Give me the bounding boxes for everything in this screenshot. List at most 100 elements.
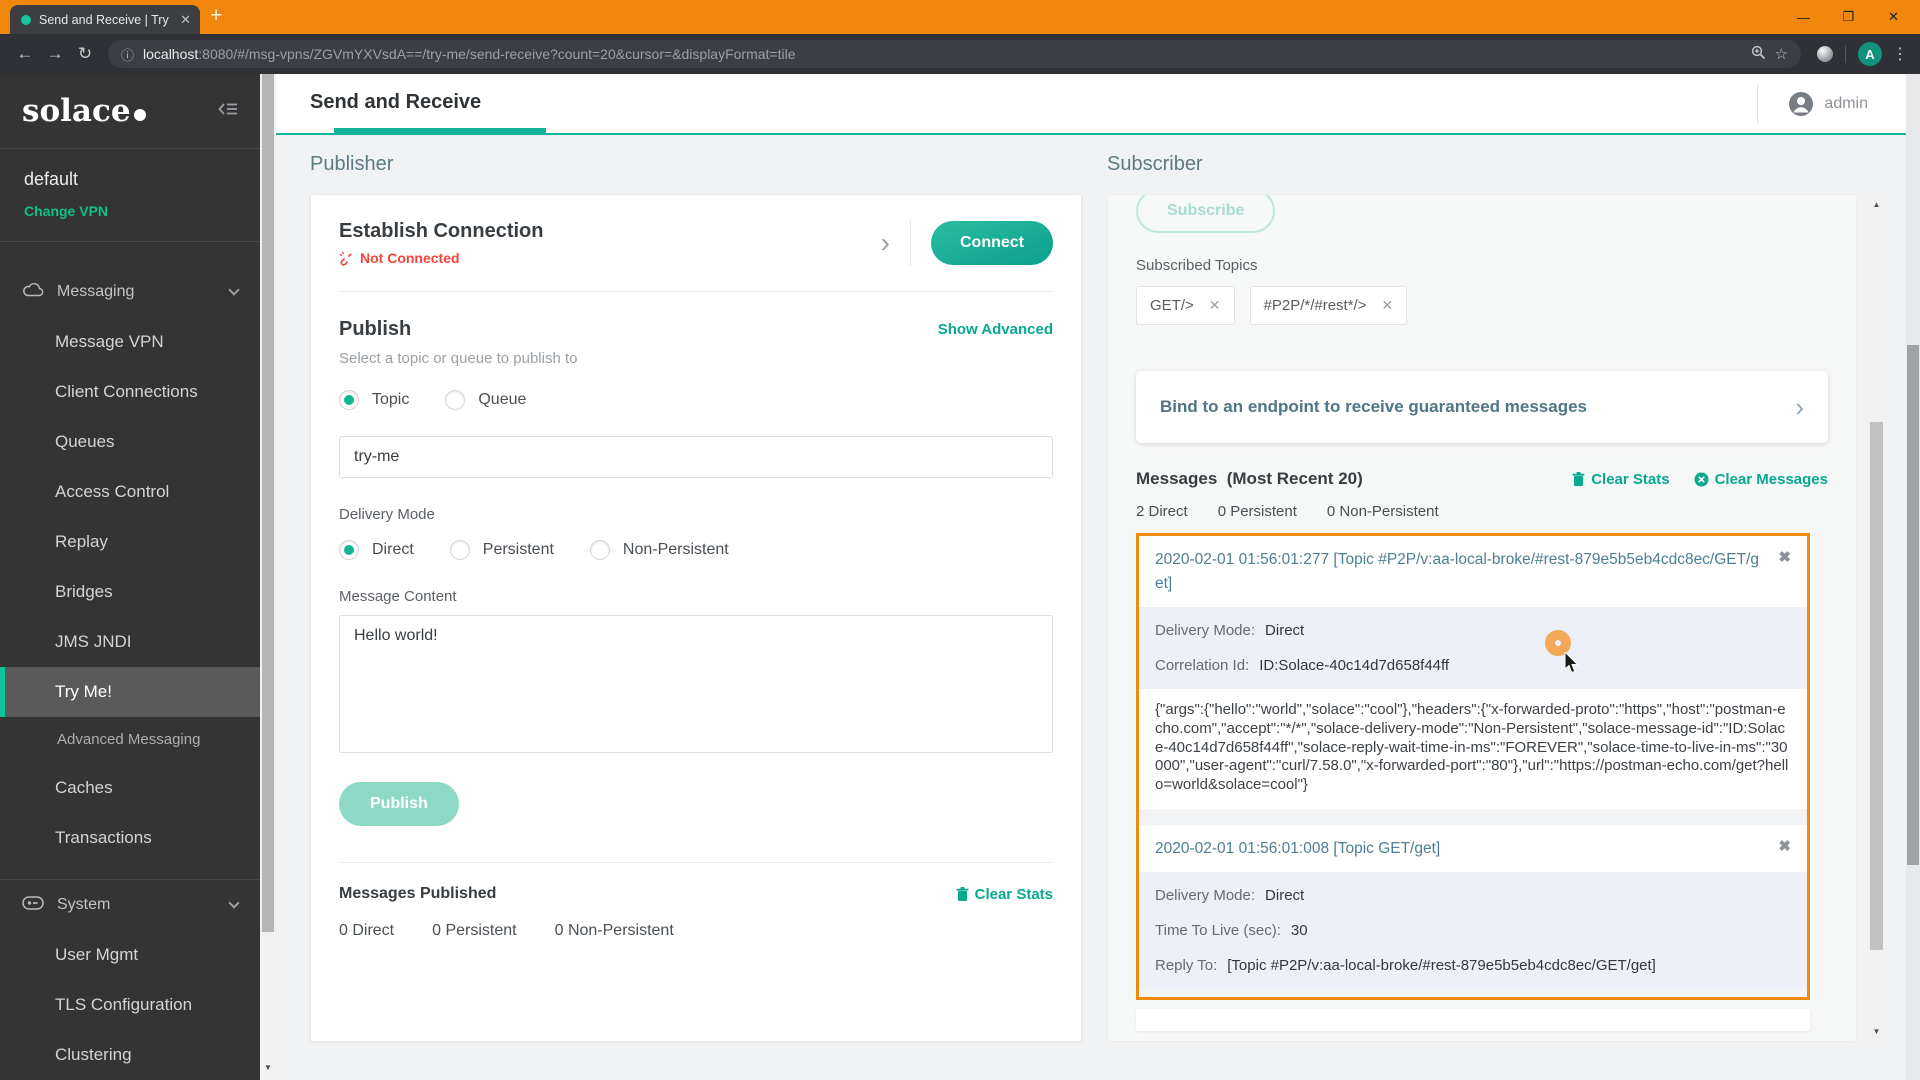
solace-logo: solace	[22, 93, 146, 129]
topic-input[interactable]	[339, 436, 1053, 478]
browser-titlebar: Send and Receive | Try Me! ✕ + — ❐ ✕	[0, 0, 1920, 34]
broken-link-icon	[339, 251, 354, 266]
subscriber-card: Subscribe Subscribed Topics GET/>✕ #P2P/…	[1107, 194, 1857, 1042]
favicon	[21, 15, 31, 25]
url-bar[interactable]: ⓘ localhost:8080/#/msg-vpns/ZGVmYXVsdA==…	[108, 40, 1801, 68]
clear-messages-link[interactable]: Clear Messages	[1694, 471, 1828, 488]
sidebar-section-system[interactable]: System	[0, 880, 260, 930]
user-name: admin	[1824, 95, 1868, 113]
page-scrollbar-thumb[interactable]	[1907, 345, 1919, 865]
sidebar-item-clustering[interactable]: Clustering	[0, 1030, 260, 1080]
message-field: Delivery Mode:Direct	[1139, 613, 1807, 648]
bookmark-star-icon[interactable]: ☆	[1775, 45, 1788, 63]
subscriber-scrollbar[interactable]: ▲ ▼	[1868, 194, 1885, 1042]
message-content-input[interactable]: Hello world!	[339, 615, 1053, 753]
vertical-divider	[910, 220, 911, 266]
sidebar-item-bridges[interactable]: Bridges	[0, 567, 260, 617]
establish-connection-row[interactable]: Establish Connection Not Connected › Con…	[339, 195, 1053, 292]
sidebar-item-message-vpn[interactable]: Message VPN	[0, 317, 260, 367]
radio-direct[interactable]: Direct	[339, 540, 414, 560]
sidebar-item-jms-jndi[interactable]: JMS JNDI	[0, 617, 260, 667]
message-topic-link[interactable]: 2020-02-01 01:56:01:008 [Topic GET/get]	[1155, 837, 1766, 861]
sidebar-item-client-connections[interactable]: Client Connections	[0, 367, 260, 417]
sidebar: solace default Change VPN Messaging Mess…	[0, 74, 260, 1080]
message-field: Reply To:[Topic #P2P/v:aa-local-broke/#r…	[1139, 948, 1807, 983]
toolbar-divider	[1845, 45, 1846, 63]
browser-tab[interactable]: Send and Receive | Try Me! ✕	[10, 5, 200, 34]
subscriber-clear-stats-link[interactable]: Clear Stats	[1572, 471, 1669, 488]
sidebar-item-caches[interactable]: Caches	[0, 763, 260, 813]
minimize-button[interactable]: —	[1781, 0, 1826, 34]
scroll-up-arrow-icon[interactable]: ▲	[1868, 200, 1885, 209]
show-advanced-link[interactable]: Show Advanced	[938, 321, 1053, 338]
chevron-down-icon	[228, 284, 239, 295]
sidebar-item-access-control[interactable]: Access Control	[0, 467, 260, 517]
sidebar-item-user-mgmt[interactable]: User Mgmt	[0, 930, 260, 980]
browser-profile-avatar[interactable]: A	[1858, 42, 1882, 66]
page-scrollbar[interactable]	[1906, 74, 1920, 1080]
message-content-label: Message Content	[339, 588, 1053, 605]
publisher-clear-stats-link[interactable]: Clear Stats	[956, 886, 1053, 903]
extension-icon[interactable]	[1817, 46, 1833, 62]
sidebar-item-queues[interactable]: Queues	[0, 417, 260, 467]
dismiss-message-icon[interactable]: ✖	[1778, 548, 1791, 596]
scroll-down-arrow-icon[interactable]: ▼	[1868, 1027, 1885, 1036]
publish-button[interactable]: Publish	[339, 782, 459, 826]
radio-unselected-icon	[445, 390, 465, 410]
sidebar-section-messaging[interactable]: Messaging	[0, 267, 260, 317]
cloud-icon	[22, 282, 44, 302]
sidebar-item-advanced-messaging[interactable]: Advanced Messaging	[0, 717, 260, 763]
mouse-cursor	[1564, 652, 1580, 674]
current-vpn-name: default	[24, 169, 236, 190]
sidebar-scrollbar-thumb[interactable]	[262, 74, 274, 932]
radio-queue[interactable]: Queue	[445, 390, 526, 410]
establish-connection-title: Establish Connection	[339, 220, 543, 243]
publish-subtitle: Select a topic or queue to publish to	[339, 350, 1053, 367]
tab-send-and-receive[interactable]: Send and Receive	[310, 74, 481, 131]
radio-persistent[interactable]: Persistent	[450, 540, 554, 560]
active-tab-underline	[334, 128, 546, 133]
sidebar-item-replay[interactable]: Replay	[0, 517, 260, 567]
delivery-mode-label: Delivery Mode	[339, 506, 1053, 523]
chevron-right-icon: ›	[1795, 392, 1804, 423]
new-tab-button[interactable]: +	[210, 4, 222, 28]
radio-non-persistent[interactable]: Non-Persistent	[590, 540, 729, 560]
sidebar-item-try-me[interactable]: Try Me!	[0, 667, 260, 717]
site-info-icon[interactable]: ⓘ	[121, 45, 134, 64]
tab-close-icon[interactable]: ✕	[180, 12, 191, 28]
subscribe-button[interactable]: Subscribe	[1136, 194, 1275, 233]
restore-button[interactable]: ❐	[1826, 0, 1871, 34]
subscriber-panel-title: Subscriber	[1107, 153, 1203, 176]
close-window-button[interactable]: ✕	[1871, 0, 1916, 34]
zoom-page-icon[interactable]	[1751, 45, 1766, 64]
chevron-right-icon: ›	[881, 227, 890, 259]
reload-button[interactable]: ↻	[70, 44, 100, 64]
received-counts: 2 Direct 0 Persistent 0 Non-Persistent	[1136, 503, 1828, 520]
connect-button[interactable]: Connect	[931, 221, 1053, 265]
forward-button[interactable]: →	[40, 44, 70, 64]
message-gap	[1139, 809, 1807, 825]
publisher-panel-title: Publisher	[310, 153, 393, 176]
back-button[interactable]: ←	[10, 44, 40, 64]
publisher-card: Establish Connection Not Connected › Con…	[310, 194, 1082, 1042]
message-field: Time To Live (sec):30	[1139, 913, 1807, 948]
browser-menu-icon[interactable]: ⋮	[1890, 44, 1910, 64]
radio-topic[interactable]: Topic	[339, 390, 409, 410]
sidebar-collapse-icon[interactable]	[218, 101, 238, 122]
user-menu[interactable]: admin	[1757, 84, 1868, 124]
scroll-down-arrow-icon[interactable]: ▼	[260, 1063, 276, 1072]
sidebar-item-transactions[interactable]: Transactions	[0, 813, 260, 863]
radio-selected-icon	[339, 540, 359, 560]
subscriber-scrollbar-thumb[interactable]	[1870, 422, 1883, 950]
browser-toolbar: ← → ↻ ⓘ localhost:8080/#/msg-vpns/ZGVmYX…	[0, 34, 1920, 74]
remove-topic-icon[interactable]: ✕	[1209, 297, 1221, 314]
dismiss-message-icon[interactable]: ✖	[1778, 837, 1791, 861]
remove-topic-icon[interactable]: ✕	[1381, 297, 1393, 314]
message-topic-link[interactable]: 2020-02-01 01:56:01:277 [Topic #P2P/v:aa…	[1155, 548, 1766, 596]
sidebar-scrollbar[interactable]: ▼	[260, 74, 276, 1080]
bind-endpoint-banner[interactable]: Bind to an endpoint to receive guarantee…	[1136, 371, 1828, 443]
radio-unselected-icon	[450, 540, 470, 560]
message-field: Delivery Mode:Direct	[1139, 878, 1807, 913]
sidebar-item-tls-configuration[interactable]: TLS Configuration	[0, 980, 260, 1030]
change-vpn-link[interactable]: Change VPN	[24, 203, 236, 219]
